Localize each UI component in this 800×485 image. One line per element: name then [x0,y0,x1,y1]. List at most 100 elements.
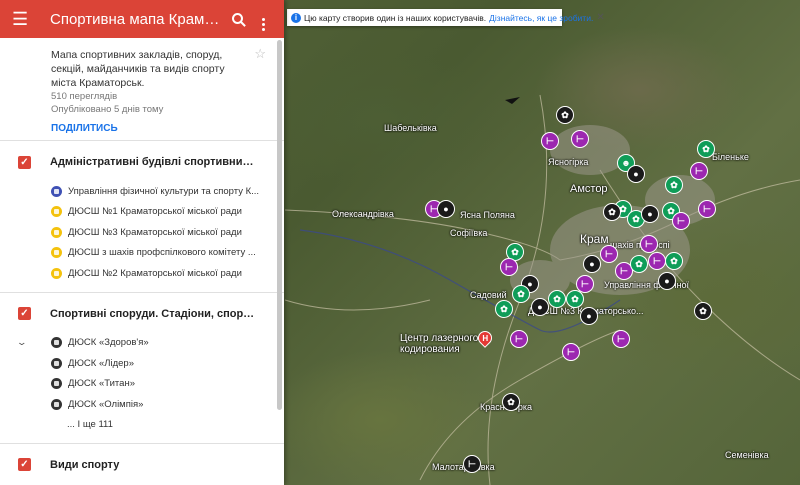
list-item-label: ДЮСК «Олімпія» [68,398,144,410]
info-banner: i Цю карту створив один із наших користу… [287,9,605,26]
marker-icon [51,378,62,390]
map-marker[interactable]: ✿ [556,106,574,124]
place-label: Управління фізичної [604,280,690,290]
map-marker[interactable]: ✿ [566,290,584,308]
map-marker[interactable]: ● [583,255,601,273]
list-item-label: ДЮСШ №3 Краматорської міської ради [68,226,242,238]
map-marker[interactable]: ✿ [665,252,683,270]
map-marker[interactable]: ⊢ [500,258,518,276]
close-icon[interactable]: ✕ [596,12,604,23]
list-item[interactable]: ДЮСК «Титан» [0,374,284,395]
published-date: Опубліковано 5 днів тому [51,104,164,115]
map-marker[interactable]: ✿ [512,285,530,303]
map-marker[interactable]: ● [531,298,549,316]
banner-text: Цю карту створив один із наших користува… [304,12,487,23]
list-item[interactable]: ДЮСК «Здоров'я» [0,333,284,354]
map-marker[interactable]: ✿ [548,290,566,308]
marker-icon [51,206,62,218]
layer-title: Спортивні споруди. Стадіони, спортив... [50,307,255,320]
list-item-label: ДЮСШ з шахів профспілкового комітету ... [68,247,256,259]
list-item[interactable]: ДЮСШ №1 Краматорської міської ради [0,202,284,223]
map-marker[interactable]: ● [627,165,645,183]
layer-sports: ✓ Види спорту [0,444,284,484]
map-marker[interactable]: ⊢ [698,200,716,218]
map-marker[interactable]: ⊢ [640,235,658,253]
share-button[interactable]: ПОДІЛИТИСЬ [51,123,270,134]
place-label: Центр лазерного кодирования [400,333,479,355]
layer-checkbox[interactable]: ✓ [18,307,31,320]
place-label: Софіївка [450,228,488,238]
place-label: Ясногірка [548,157,589,167]
map-description: Мапа спортивних закладів, споруд, секцій… [51,49,225,89]
list-item-label: ДЮСК «Титан» [68,378,135,390]
place-label: Біленьке [712,152,749,162]
map-marker[interactable]: ⊢ [510,330,528,348]
list-item[interactable]: ДЮСШ №2 Краматорської міської ради [0,263,284,284]
map-marker[interactable]: ● [437,200,455,218]
place-label: Ясна Поляна [460,210,515,220]
map-marker[interactable]: ⊢ [600,245,618,263]
place-label: Садовий [470,290,507,300]
layer-title: Види спорту [50,458,120,471]
map-marker[interactable]: ✿ [697,140,715,158]
layer-header[interactable]: ✓ Види спорту [0,446,284,484]
layer-header[interactable]: ✓ Адміністративні будівлі спортивних о..… [0,143,284,181]
menu-icon[interactable]: ☰ [12,9,34,30]
layer-facilities: ✓ Спортивні споруди. Стадіони, спортив..… [0,293,284,444]
list-item[interactable]: ДЮСК «Лідер» [0,353,284,374]
top-bar: ☰ Спортивна мапа Крамат... [0,0,284,38]
list-item-label: Управління фізичної культури та спорту К… [68,185,260,197]
map-marker[interactable]: ⊢ [541,132,559,150]
chevron-down-icon[interactable]: ⌄ [16,337,27,348]
marker-icon [51,398,62,410]
direction-arrow [505,97,520,104]
marker-icon [51,357,62,369]
list-item[interactable]: Управління фізичної культури та спорту К… [0,181,284,202]
marker-icon [51,267,62,279]
marker-icon [51,185,62,197]
marker-icon [51,337,62,349]
map-marker[interactable]: ✿ [603,203,621,221]
map-marker[interactable]: ● [641,205,659,223]
layer-checkbox[interactable]: ✓ [18,458,31,471]
map-marker[interactable]: ● [658,272,676,290]
map-title: Спортивна мапа Крамат... [50,10,224,28]
map-marker[interactable]: ⊢ [571,130,589,148]
map-marker[interactable]: ⊢ [672,212,690,230]
marker-icon [51,247,62,259]
map-marker[interactable]: ✿ [630,255,648,273]
search-icon[interactable] [224,11,250,28]
map-info: Мапа спортивних закладів, споруд, секцій… [0,38,284,141]
map-marker[interactable]: ✿ [665,176,683,194]
place-label: Амстор [570,183,608,195]
layer-title: Адміністративні будівлі спортивних о... [50,156,255,168]
list-item-label: ДЮСК «Лідер» [68,357,134,369]
list-item-label: ДЮСШ №1 Краматорської міської ради [68,206,242,218]
map-marker[interactable]: ● [580,307,598,325]
banner-link[interactable]: Дізнайтесь, як це зробити. [489,13,593,23]
list-item[interactable]: ДЮСШ з шахів профспілкового комітету ... [0,243,284,264]
map-marker[interactable]: ✿ [495,300,513,318]
place-label: Шабельківка [384,123,437,133]
list-item-label: ДЮСК «Здоров'я» [68,337,149,349]
star-icon[interactable]: ☆ [254,46,266,62]
more-vert-icon[interactable] [250,8,276,31]
list-item-label: ДЮСШ №2 Краматорської міської ради [68,267,242,279]
map-marker[interactable]: ⊢ [612,330,630,348]
info-icon: i [291,12,301,23]
side-panel: ☰ Спортивна мапа Крамат... Мапа спортивн… [0,0,284,485]
list-item[interactable]: ДЮСШ №3 Краматорської міської ради [0,222,284,243]
layer-header[interactable]: ✓ Спортивні споруди. Стадіони, спортив..… [0,295,284,333]
scrollbar[interactable] [277,40,282,410]
list-item[interactable]: ДЮСК «Олімпія» [0,394,284,415]
map-marker[interactable]: ⊢ [648,252,666,270]
map-marker[interactable]: ✿ [502,393,520,411]
map-marker[interactable]: ⊢ [463,455,481,473]
map-marker[interactable]: ✿ [694,302,712,320]
map-marker[interactable]: ⊢ [690,162,708,180]
place-label: Крам [580,232,609,246]
show-more-link[interactable]: ... І ще 111 [0,415,284,435]
map-marker[interactable]: ⊢ [562,343,580,361]
view-count: 510 переглядів [51,91,118,102]
layer-checkbox[interactable]: ✓ [18,155,31,169]
